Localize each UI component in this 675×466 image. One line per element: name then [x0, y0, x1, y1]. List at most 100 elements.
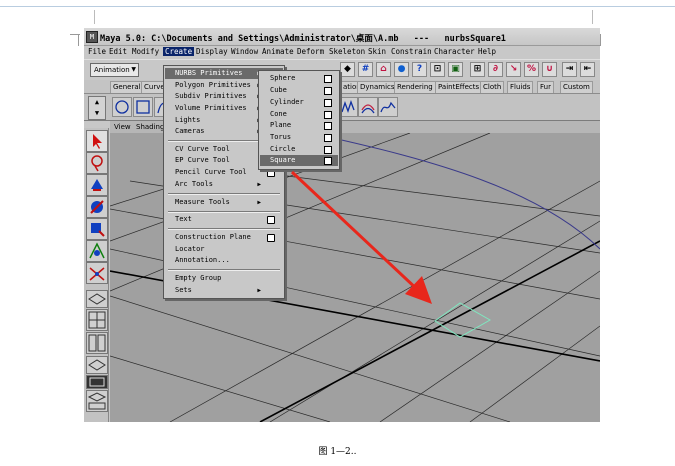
option-box-icon[interactable] — [324, 157, 332, 165]
menu-skin[interactable]: Skin — [368, 47, 386, 56]
snap-grid-icon[interactable]: ◆ — [340, 62, 355, 77]
grid-icon[interactable]: ⊞ — [470, 62, 485, 77]
crop-mark-left-h — [70, 34, 80, 35]
panel-menu-view[interactable]: View — [114, 123, 131, 131]
four-pane-layout-icon[interactable] — [86, 309, 108, 331]
option-box-icon[interactable] — [324, 134, 332, 142]
circle-curve — [309, 132, 600, 250]
shelf-tab-dynamics[interactable]: Dynamics — [357, 81, 398, 93]
menu-set-select[interactable]: Animation ▼ — [90, 63, 139, 77]
maya-app-icon[interactable]: M — [86, 31, 98, 43]
rotate-tool-icon[interactable] — [86, 196, 108, 218]
nurbs-square-icon[interactable] — [133, 97, 153, 117]
crop-mark-left — [78, 34, 79, 46]
menu-help[interactable]: Help — [478, 47, 496, 56]
menu-create[interactable]: Create — [163, 47, 195, 56]
menu-separator — [168, 211, 280, 213]
single-pane-layout-icon[interactable] — [86, 290, 108, 308]
joint-icon[interactable]: ↘ — [506, 62, 521, 77]
menu-character[interactable]: Character — [434, 47, 475, 56]
option-box-icon[interactable] — [324, 122, 332, 130]
input-icon[interactable]: ⇥ — [562, 62, 577, 77]
menu-item-empty-group[interactable]: Empty Group — [165, 273, 283, 284]
submenu-item-torus[interactable]: Torus — [260, 132, 338, 143]
lock-icon[interactable]: ⊡ — [430, 62, 445, 77]
menu-file[interactable]: File — [88, 47, 106, 56]
shelf-tab-painteffects[interactable]: PaintEffects — [435, 81, 483, 93]
menu-item-text[interactable]: Text — [165, 214, 283, 225]
panel-menu-shading[interactable]: Shading — [136, 123, 164, 131]
menu-separator — [168, 228, 280, 230]
option-box-icon[interactable] — [267, 216, 275, 224]
magnet-icon[interactable]: ∪ — [542, 62, 557, 77]
soft-mod-tool-icon[interactable] — [86, 262, 108, 284]
loft-icon[interactable] — [358, 97, 378, 117]
snap-point-icon[interactable]: ⌂ — [376, 62, 391, 77]
maya-window: M Maya 5.0: C:\Documents and Settings\Ad… — [84, 28, 600, 422]
submenu-arrow-icon: ▶ — [257, 199, 261, 206]
shelf-tab-cloth[interactable]: Cloth — [480, 81, 505, 93]
scale-tool-icon[interactable] — [86, 218, 108, 240]
figure-caption: 图 1—2.. — [318, 447, 357, 457]
submenu-item-plane[interactable]: Plane — [260, 120, 338, 131]
snap-plane-icon[interactable]: ● — [394, 62, 409, 77]
option-box-icon[interactable] — [324, 87, 332, 95]
option-box-icon[interactable] — [267, 234, 275, 242]
option-box-icon[interactable] — [324, 111, 332, 119]
submenu-item-circle[interactable]: Circle — [260, 144, 338, 155]
snap-curve-icon[interactable]: # — [358, 62, 373, 77]
chevron-down-icon: ▼ — [131, 66, 136, 73]
submenu-item-cylinder[interactable]: Cylinder — [260, 97, 338, 108]
menu-animate[interactable]: Animate — [262, 47, 294, 56]
menu-separator — [168, 269, 280, 271]
outliner-layout-icon[interactable] — [86, 390, 108, 412]
extrude-icon[interactable] — [378, 97, 398, 117]
menu-edit[interactable]: Edit — [109, 47, 127, 56]
shelf-menu-button[interactable]: ▲ ▼ — [88, 96, 106, 120]
menu-display[interactable]: Display — [196, 47, 228, 56]
curve-icon[interactable]: % — [524, 62, 539, 77]
option-box-icon[interactable] — [324, 99, 332, 107]
menu-deform[interactable]: Deform — [297, 47, 324, 56]
menu-item-locator[interactable]: Locator — [165, 244, 283, 255]
status-line: Animation ▼ ◆ # ⌂ ● ? ⊡ ▣ ⊞ ∂ ↘ % ∪ ⇥ ⇤ — [84, 59, 600, 81]
render-icon[interactable]: ▣ — [448, 62, 463, 77]
revolve-icon[interactable] — [338, 97, 358, 117]
lasso-tool-icon[interactable] — [86, 152, 108, 174]
ik-icon[interactable]: ∂ — [488, 62, 503, 77]
document-margin-mark-right — [592, 10, 593, 24]
submenu-item-cube[interactable]: Cube — [260, 85, 338, 96]
select-tool-icon[interactable] — [86, 130, 108, 152]
persp-layout-icon[interactable] — [86, 356, 108, 374]
shelf-tab-rendering[interactable]: Rendering — [394, 81, 436, 93]
crop-mark-right — [600, 34, 601, 46]
option-box-icon[interactable] — [267, 169, 275, 177]
option-box-icon[interactable] — [324, 146, 332, 154]
submenu-item-cone[interactable]: Cone — [260, 109, 338, 120]
menu-item-arc-tools[interactable]: Arc Tools ▶ — [165, 179, 283, 190]
menu-skeleton[interactable]: Skeleton — [329, 47, 365, 56]
menu-item-measure-tools[interactable]: Measure Tools ▶ — [165, 197, 283, 208]
output-icon[interactable]: ⇤ — [580, 62, 595, 77]
submenu-item-sphere[interactable]: Sphere — [260, 73, 338, 84]
menu-item-sets[interactable]: Sets ▶ — [165, 285, 283, 296]
shelf-tab-bar: General Curve ation Dynamics Rendering P… — [84, 80, 600, 94]
shelf-tab-fur[interactable]: Fur — [537, 81, 554, 93]
submenu-arrow-icon: ▶ — [257, 181, 261, 188]
menu-window[interactable]: Window — [231, 47, 258, 56]
shelf-tab-general[interactable]: General — [110, 81, 144, 93]
submenu-item-square[interactable]: Square — [260, 155, 338, 166]
shelf-tab-custom[interactable]: Custom — [560, 81, 593, 93]
shelf-tab-fluids[interactable]: Fluids — [507, 81, 534, 93]
manipulator-tool-icon[interactable] — [86, 240, 108, 262]
side-by-side-layout-icon[interactable] — [86, 332, 108, 354]
nurbs-circle-icon[interactable] — [112, 97, 132, 117]
option-box-icon[interactable] — [324, 75, 332, 83]
menu-constrain[interactable]: Constrain — [391, 47, 432, 56]
help-icon[interactable]: ? — [412, 62, 427, 77]
menu-item-construction-plane[interactable]: Construction Plane — [165, 232, 283, 243]
menu-item-annotation[interactable]: Annotation... — [165, 255, 283, 266]
menu-modify[interactable]: Modify — [132, 47, 159, 56]
move-tool-icon[interactable] — [86, 174, 108, 196]
graph-layout-icon[interactable] — [86, 375, 108, 389]
